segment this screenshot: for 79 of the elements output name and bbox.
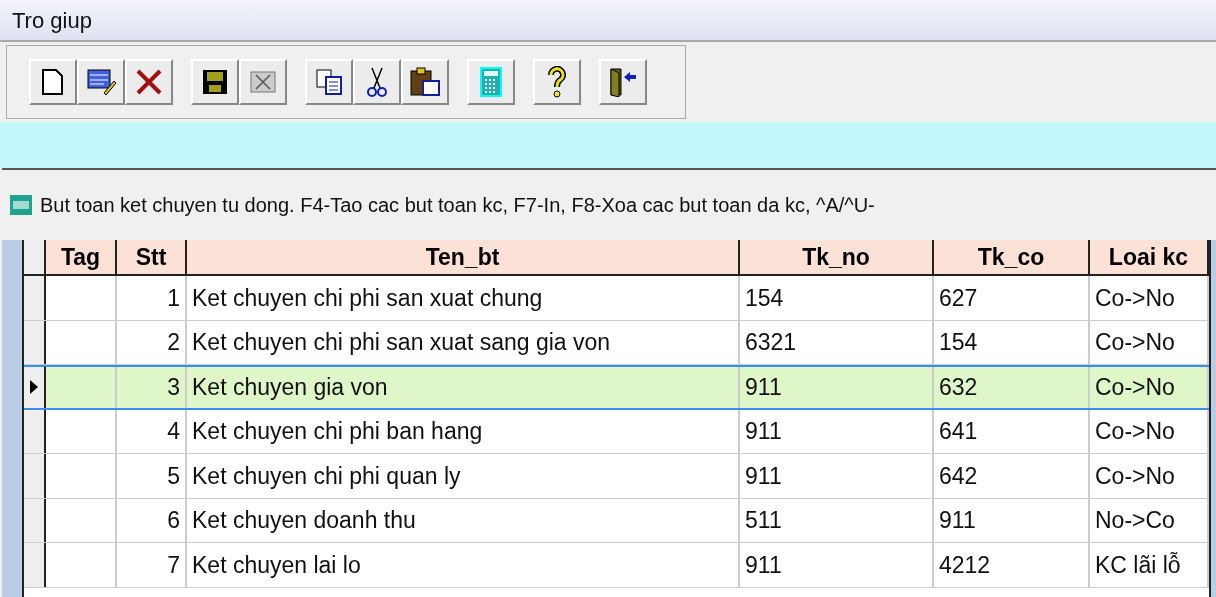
table-cell-text: 2: [167, 328, 180, 357]
row-header[interactable]: [24, 498, 46, 542]
close-icon: [135, 68, 163, 96]
table-cell-text: Ket chuyen lai lo: [192, 550, 361, 580]
new-document-button[interactable]: [29, 59, 77, 105]
table-cell-text: 641: [939, 417, 978, 446]
column-header[interactable]: Stt: [117, 240, 187, 274]
table-cell-text: Co->No: [1095, 417, 1175, 446]
document-icon: [41, 68, 65, 96]
row-header[interactable]: [24, 320, 46, 364]
table-cell-text: 6: [167, 506, 180, 535]
table-cell-text: Ket chuyen gia von: [192, 373, 388, 402]
table-cell-text: 4: [167, 417, 180, 446]
table-cell-text: Co->No: [1095, 328, 1175, 357]
column-header[interactable]: Ten_bt: [187, 240, 740, 274]
help-button[interactable]: [533, 59, 581, 105]
row-header[interactable]: [24, 543, 46, 587]
table-cell-text: Co->No: [1095, 461, 1175, 491]
column-header[interactable]: Tk_co: [934, 240, 1090, 274]
exit-button[interactable]: [599, 59, 647, 105]
table-cell-text: 911: [939, 506, 976, 535]
question-mark-icon: [547, 66, 567, 98]
table-row[interactable]: 6 Ket chuyen doanh thu 511 911 No->Co: [24, 498, 1209, 543]
table-cell-text: 3: [167, 373, 180, 402]
table-cell-text: 7: [167, 550, 180, 580]
table-row[interactable]: 1 Ket chuyen chi phi san xuat chung 154 627 Co->No: [24, 276, 1209, 321]
table-row[interactable]: 3 Ket chuyen gia von 911 632 Co->No: [24, 365, 1209, 410]
window-title: But toan ket chuyen tu dong. F4-Tao cac but toan kc, F7-In, F8-Xoa cac but toan da kc, ^A/^U-: [40, 193, 875, 218]
save-button[interactable]: [191, 59, 239, 105]
row-header[interactable]: [24, 276, 46, 320]
door-arrow-icon: [608, 67, 638, 97]
edit-button[interactable]: [77, 59, 125, 105]
table-cell-text: Co->No: [1095, 283, 1175, 313]
table-cell-text: 632: [939, 373, 978, 402]
table-cell-text: 4212: [939, 550, 991, 580]
table-cell-text: 642: [939, 461, 978, 491]
x-box-icon: [250, 71, 276, 93]
table-cell-text: 154: [939, 328, 978, 357]
table-cell-text: KC lãi lỗ: [1095, 550, 1181, 580]
copy-button[interactable]: [305, 59, 353, 105]
menu-item[interactable]: Tro giup: [12, 3, 92, 37]
calculator-button[interactable]: [467, 59, 515, 105]
table-row[interactable]: 4 Ket chuyen chi phi ban hang 911 641 Co->No: [24, 409, 1209, 454]
table-cell-text: 627: [939, 283, 978, 313]
form-pencil-icon: [86, 67, 116, 97]
table-cell-text: Ket chuyen chi phi ban hang: [192, 417, 483, 446]
table-cell-text: 511: [745, 506, 782, 535]
row-pointer-icon: [30, 380, 38, 395]
column-header[interactable]: Tk_no: [740, 240, 934, 274]
table-row[interactable]: 2 Ket chuyen chi phi san xuat sang gia von 6321 154 Co->No: [24, 320, 1209, 365]
table-cell-text: Ket chuyen chi phi san xuat sang gia von: [192, 328, 611, 357]
row-header[interactable]: [24, 454, 46, 498]
cut-button[interactable]: [353, 59, 401, 105]
table-cell-text: Ket chuyen doanh thu: [192, 506, 416, 535]
clipboard-icon: [409, 67, 441, 97]
table-cell-text: 5: [167, 461, 180, 491]
table-cell-text: 911: [745, 417, 782, 446]
calculator-icon: [480, 67, 502, 97]
table-row[interactable]: 7 Ket chuyen lai lo 911 4212 KC lãi lỗ: [24, 543, 1209, 588]
app-logo-icon: [10, 195, 32, 215]
table-cell-text: 911: [745, 550, 782, 580]
table-row[interactable]: 5 Ket chuyen chi phi quan ly 911 642 Co->No: [24, 454, 1209, 499]
delete-button[interactable]: [125, 59, 173, 105]
table-cell-text: Co->No: [1095, 373, 1175, 402]
table-cell-text: 1: [167, 283, 180, 313]
paste-button[interactable]: [401, 59, 449, 105]
table-cell-text: Ket chuyen chi phi quan ly: [192, 461, 461, 491]
row-header[interactable]: [24, 409, 46, 453]
table-cell-text: 6321: [745, 328, 797, 357]
table-cell-text: 154: [745, 283, 784, 313]
table-cell-text: 911: [745, 461, 782, 491]
table-cell-text: 911: [745, 373, 782, 402]
table-cell-text: Ket chuyen chi phi san xuat chung: [192, 283, 543, 313]
scissors-icon: [366, 66, 388, 98]
table-cell-text: No->Co: [1095, 506, 1175, 535]
copy-icon: [315, 68, 343, 96]
row-header[interactable]: [24, 367, 46, 408]
column-header[interactable]: Tag: [46, 240, 117, 274]
column-header[interactable]: Loai kc: [1090, 240, 1209, 274]
